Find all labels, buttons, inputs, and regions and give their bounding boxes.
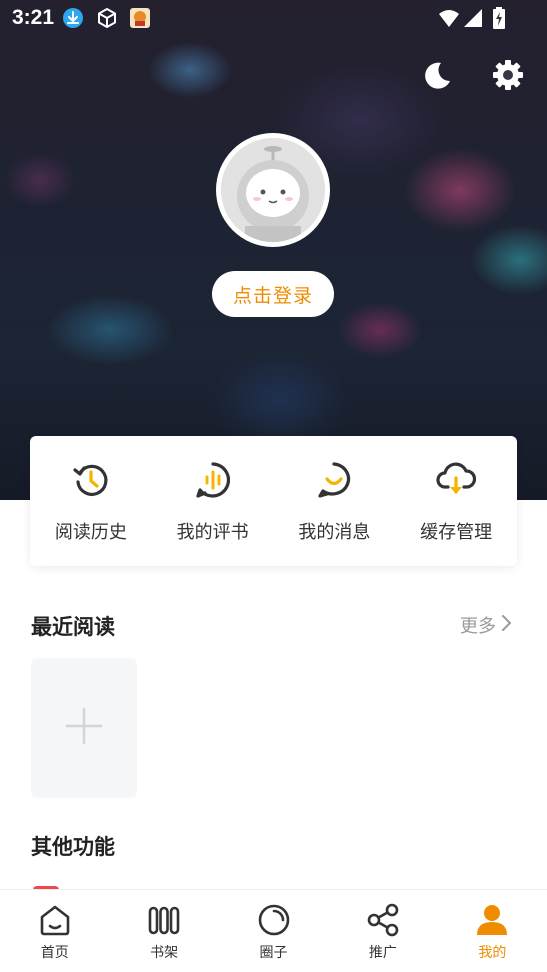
avatar[interactable] (216, 133, 330, 247)
status-bar: 3:21 (0, 0, 547, 36)
more-label: 更多 (460, 616, 496, 637)
message-icon (314, 460, 354, 500)
default-avatar-illustration (221, 138, 325, 242)
night-mode-icon (421, 59, 453, 95)
nav-label: 圈子 (259, 945, 288, 961)
chevron-right-icon (500, 614, 512, 637)
bookshelf-icon (146, 902, 182, 938)
add-book-button[interactable] (31, 658, 137, 798)
quick-action-label: 我的评书 (176, 522, 249, 543)
cloud-download-icon (436, 460, 477, 500)
nav-bookshelf[interactable]: 书架 (109, 890, 218, 972)
nav-label: 首页 (40, 945, 69, 961)
quick-action-cache-management[interactable]: 缓存管理 (395, 436, 517, 566)
battery-charging-icon (488, 7, 510, 29)
bottom-navigation: 首页 书架 圈子 推广 我的 (0, 889, 547, 972)
nav-mine[interactable]: 我的 (438, 890, 547, 972)
download-notification-icon (62, 7, 84, 29)
history-icon (71, 460, 111, 500)
quick-action-label: 阅读历史 (54, 522, 127, 543)
nav-home[interactable]: 首页 (0, 890, 109, 972)
home-icon (37, 902, 73, 938)
login-button[interactable]: 点击登录 (212, 271, 334, 317)
quick-actions-card: 阅读历史 我的评书 我的消息 缓存管理 (30, 436, 517, 566)
settings-button[interactable] (489, 58, 527, 96)
profile-header-background (0, 0, 547, 500)
night-mode-button[interactable] (418, 58, 456, 96)
audio-review-icon (193, 460, 233, 500)
quick-action-my-messages[interactable]: 我的消息 (274, 436, 396, 566)
nav-label: 书架 (150, 945, 179, 961)
profile-icon (474, 902, 510, 938)
quick-action-label: 缓存管理 (420, 522, 493, 543)
quick-action-label: 我的消息 (298, 522, 371, 543)
nav-promote[interactable]: 推广 (328, 890, 437, 972)
nav-label: 推广 (368, 945, 397, 961)
nav-label: 我的 (478, 945, 507, 961)
circle-icon (256, 902, 292, 938)
recent-reading-title: 最近阅读 (31, 614, 115, 639)
app-notification-icon (129, 7, 151, 29)
status-time: 3:21 (12, 6, 55, 29)
plus-icon (65, 707, 103, 749)
nav-circle[interactable]: 圈子 (219, 890, 328, 972)
other-functions-title: 其他功能 (31, 834, 115, 859)
signal-icon (462, 7, 484, 29)
cube-notification-icon (96, 7, 118, 29)
quick-action-my-reviews[interactable]: 我的评书 (152, 436, 274, 566)
more-link[interactable]: 更多 (460, 612, 512, 638)
share-icon (365, 902, 401, 938)
quick-action-reading-history[interactable]: 阅读历史 (30, 436, 152, 566)
wifi-icon (438, 7, 460, 29)
settings-icon (491, 58, 525, 96)
